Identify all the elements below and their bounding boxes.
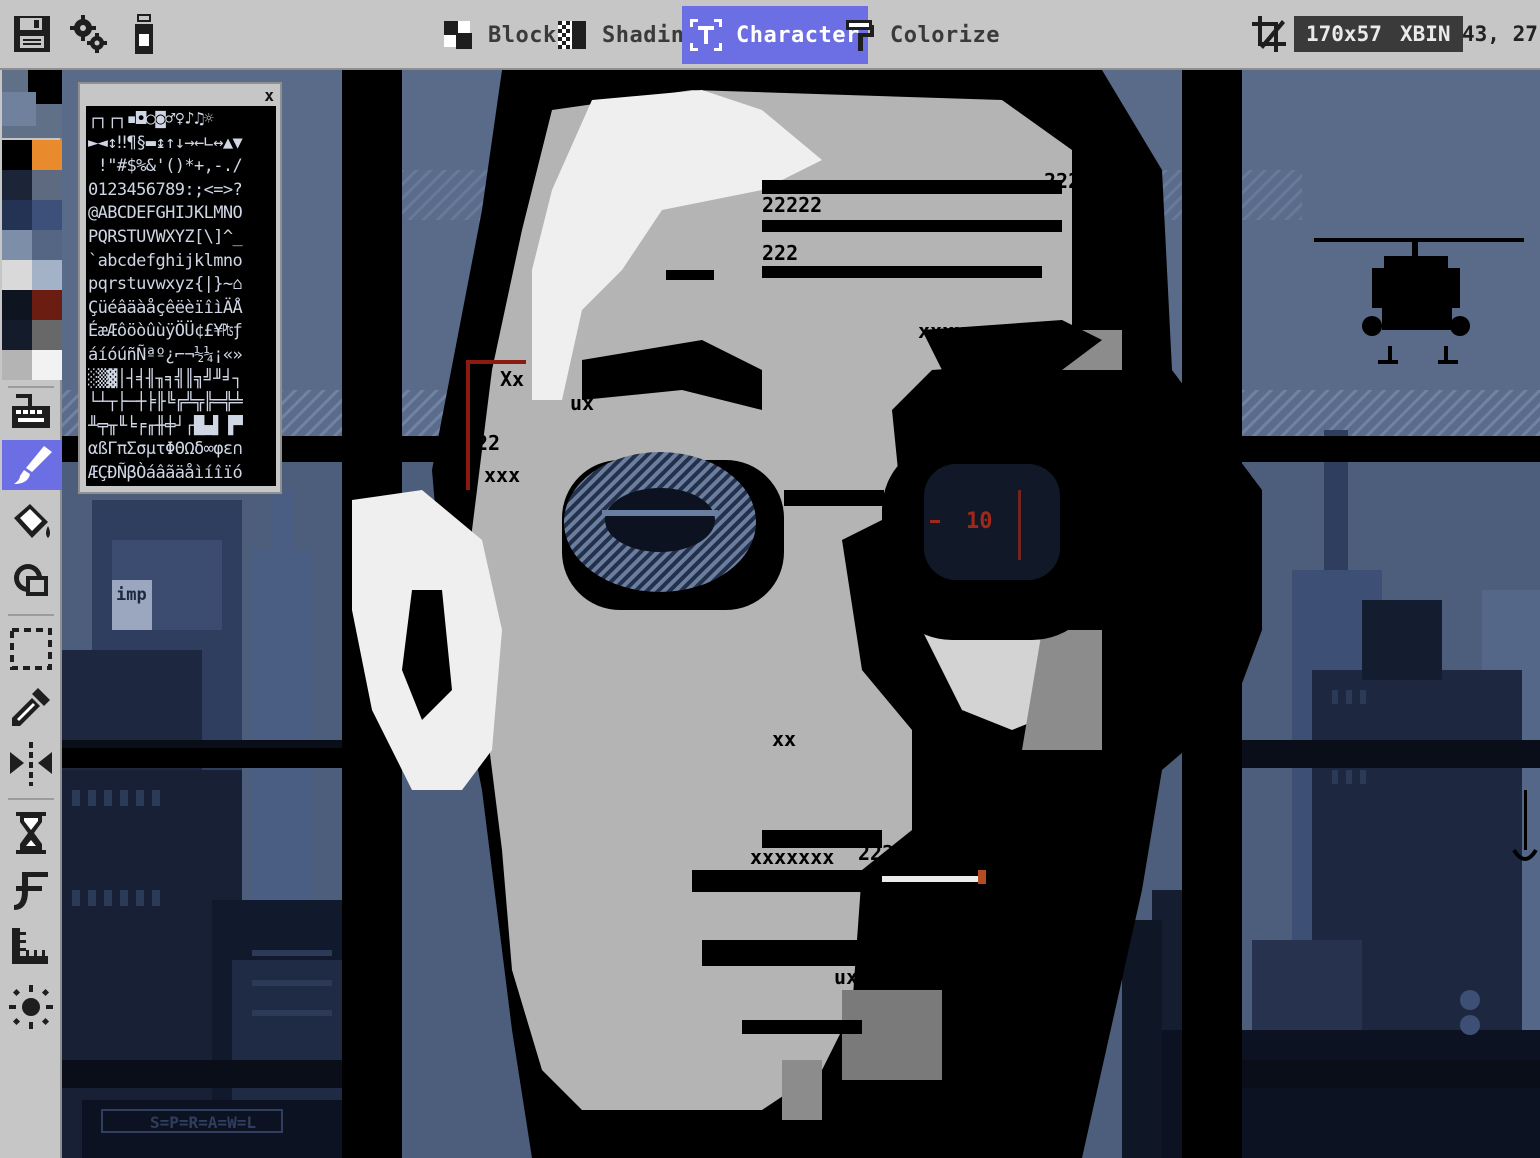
palette-swatch[interactable] bbox=[2, 350, 32, 380]
brightness-icon[interactable] bbox=[4, 982, 58, 1032]
char-row[interactable]: pqrstuvwxyz{|}~⌂ bbox=[88, 273, 274, 297]
palette-swatch[interactable] bbox=[2, 320, 32, 350]
palette-swatch[interactable] bbox=[32, 290, 62, 320]
glyph-mark: 22222 bbox=[858, 841, 918, 865]
glyph-mark: xx bbox=[772, 727, 796, 751]
sign-text: imp bbox=[116, 585, 147, 605]
glyph-mark: xxxx bbox=[664, 70, 712, 81]
shapes-tool-icon[interactable] bbox=[4, 554, 58, 604]
palette-swatch[interactable] bbox=[32, 170, 62, 200]
palette-swatch[interactable] bbox=[2, 260, 32, 290]
left-sidebar bbox=[0, 70, 62, 1158]
ansi-artwork: S=P=R=A=W=L imp 10 Xx 2222 22222 222 xxx… bbox=[62, 70, 1540, 1158]
hud-text: 10 bbox=[966, 509, 993, 534]
glyph-mark: 222 bbox=[762, 241, 798, 265]
palette-swatch[interactable] bbox=[32, 350, 62, 380]
palette-swatch[interactable] bbox=[32, 320, 62, 350]
top-toolbar: Block Shading Character Colorize 170x57 … bbox=[0, 0, 1540, 70]
cursor-position: 43, 27 bbox=[1462, 22, 1538, 46]
char-row[interactable]: @ABCDEFGHIJKLMNO bbox=[88, 202, 274, 226]
background-color-swatch-front[interactable] bbox=[2, 92, 36, 126]
char-row[interactable]: └┴┬├─┼╞╟╚╔╩╦╠═╬╧ bbox=[88, 391, 274, 415]
mode-colorize[interactable]: Colorize bbox=[842, 6, 1000, 64]
drawing-canvas[interactable]: S=P=R=A=W=L imp 10 Xx 2222 22222 222 xxx… bbox=[62, 70, 1540, 1158]
char-row[interactable]: `abcdefghijklmno bbox=[88, 250, 274, 274]
char-row[interactable]: ►◄↕‼¶§▬↨↑↓→←∟↔▲▼ bbox=[88, 132, 274, 156]
char-row[interactable]: αßΓπΣσµτΦΘΩδ∞φε∩ bbox=[88, 438, 274, 462]
mode-block[interactable]: Block bbox=[440, 6, 557, 64]
eyedropper-tool-icon[interactable] bbox=[4, 682, 58, 732]
palette-swatch[interactable] bbox=[32, 200, 62, 230]
character-grid[interactable]: ┌┐┌┐▪◘○◙♂♀♪♫☼ ►◄↕‼¶§▬↨↑↓→←∟↔▲▼ !"#$%&'()… bbox=[86, 106, 276, 486]
glyph-mark: uxx bbox=[834, 965, 870, 989]
divider bbox=[8, 798, 54, 800]
char-row[interactable]: PQRSTUVWXYZ[\]^_ bbox=[88, 226, 274, 250]
char-row[interactable]: ░▒▓│┤╡╢╖╕╣║╗╝╜╛┐ bbox=[88, 368, 274, 392]
hourglass-icon[interactable] bbox=[4, 808, 58, 858]
settings-gears-icon[interactable] bbox=[66, 10, 110, 58]
character-icon bbox=[690, 19, 722, 51]
glyph-mark: xxx bbox=[484, 463, 520, 487]
palette-swatch[interactable] bbox=[2, 230, 32, 260]
font-tool-icon[interactable] bbox=[4, 866, 58, 916]
glyph-mark: 2222 bbox=[1044, 169, 1092, 193]
bottle-icon[interactable] bbox=[122, 10, 166, 58]
mode-label: Block bbox=[488, 22, 557, 48]
mode-shading[interactable]: Shading bbox=[554, 6, 698, 64]
palette-swatch[interactable] bbox=[2, 140, 32, 170]
shading-icon bbox=[558, 21, 586, 49]
file-format-button[interactable]: XBIN bbox=[1388, 16, 1463, 52]
keyboard-tool-icon[interactable] bbox=[4, 388, 58, 438]
glyph-mark: Xx bbox=[500, 367, 524, 391]
mirror-tool-icon[interactable] bbox=[4, 738, 58, 788]
glyph-mark: xxxxxxx bbox=[750, 845, 834, 869]
char-row[interactable]: áíóúñÑªº¿⌐¬½¼¡«» bbox=[88, 344, 274, 368]
ruler-tool-icon[interactable] bbox=[4, 922, 58, 972]
crop-icon[interactable] bbox=[1250, 10, 1290, 58]
glyph-mark: 22222 bbox=[762, 193, 822, 217]
char-row[interactable]: ÉæÆôöòûùÿÖÜ¢£¥₧ƒ bbox=[88, 320, 274, 344]
fill-bucket-icon[interactable] bbox=[4, 498, 58, 548]
character-picker-panel: x ┌┐┌┐▪◘○◙♂♀♪♫☼ ►◄↕‼¶§▬↨↑↓→←∟↔▲▼ !"#$%&'… bbox=[78, 82, 282, 494]
mode-label: Colorize bbox=[890, 22, 1000, 48]
block-icon bbox=[444, 21, 472, 49]
canvas-size-button[interactable]: 170x57 bbox=[1294, 16, 1394, 52]
mode-character[interactable]: Character bbox=[682, 6, 868, 64]
char-row[interactable]: ÆÇÐÑβÒáâãäåìíîïó bbox=[88, 462, 274, 486]
glyph-mark: 22°°°°222 bbox=[942, 339, 1050, 363]
glyph-mark: 22 bbox=[476, 431, 500, 455]
glyph-mark: ux bbox=[570, 391, 594, 415]
palette-swatch[interactable] bbox=[32, 140, 62, 170]
char-row[interactable]: !"#$%&'()*+,-./ bbox=[88, 155, 274, 179]
selection-tool-icon[interactable] bbox=[4, 624, 58, 674]
save-icon[interactable] bbox=[10, 10, 54, 58]
palette-swatch[interactable] bbox=[32, 230, 62, 260]
palette-swatch[interactable] bbox=[2, 170, 32, 200]
paint-roller-icon bbox=[846, 20, 874, 51]
palette-swatch[interactable] bbox=[2, 200, 32, 230]
char-row[interactable]: ╨╤╥╙╘╒╓╫╪┘┌█▄▌▐▀ bbox=[88, 415, 274, 439]
char-row[interactable]: 0123456789:;<=>? bbox=[88, 179, 274, 203]
brush-tool-icon[interactable] bbox=[2, 440, 62, 490]
palette-swatch[interactable] bbox=[32, 260, 62, 290]
char-row[interactable]: ÇüéâäàåçêëèïîìÄÅ bbox=[88, 297, 274, 321]
close-icon[interactable]: x bbox=[264, 86, 274, 105]
char-row[interactable]: ┌┐┌┐▪◘○◙♂♀♪♫☼ bbox=[88, 108, 274, 132]
glyph-mark: bxx bbox=[860, 893, 896, 917]
billboard-text: S=P=R=A=W=L bbox=[150, 1113, 256, 1132]
glyph-mark: Xx bbox=[1072, 197, 1096, 221]
divider bbox=[8, 614, 54, 616]
palette-swatch[interactable] bbox=[2, 290, 32, 320]
